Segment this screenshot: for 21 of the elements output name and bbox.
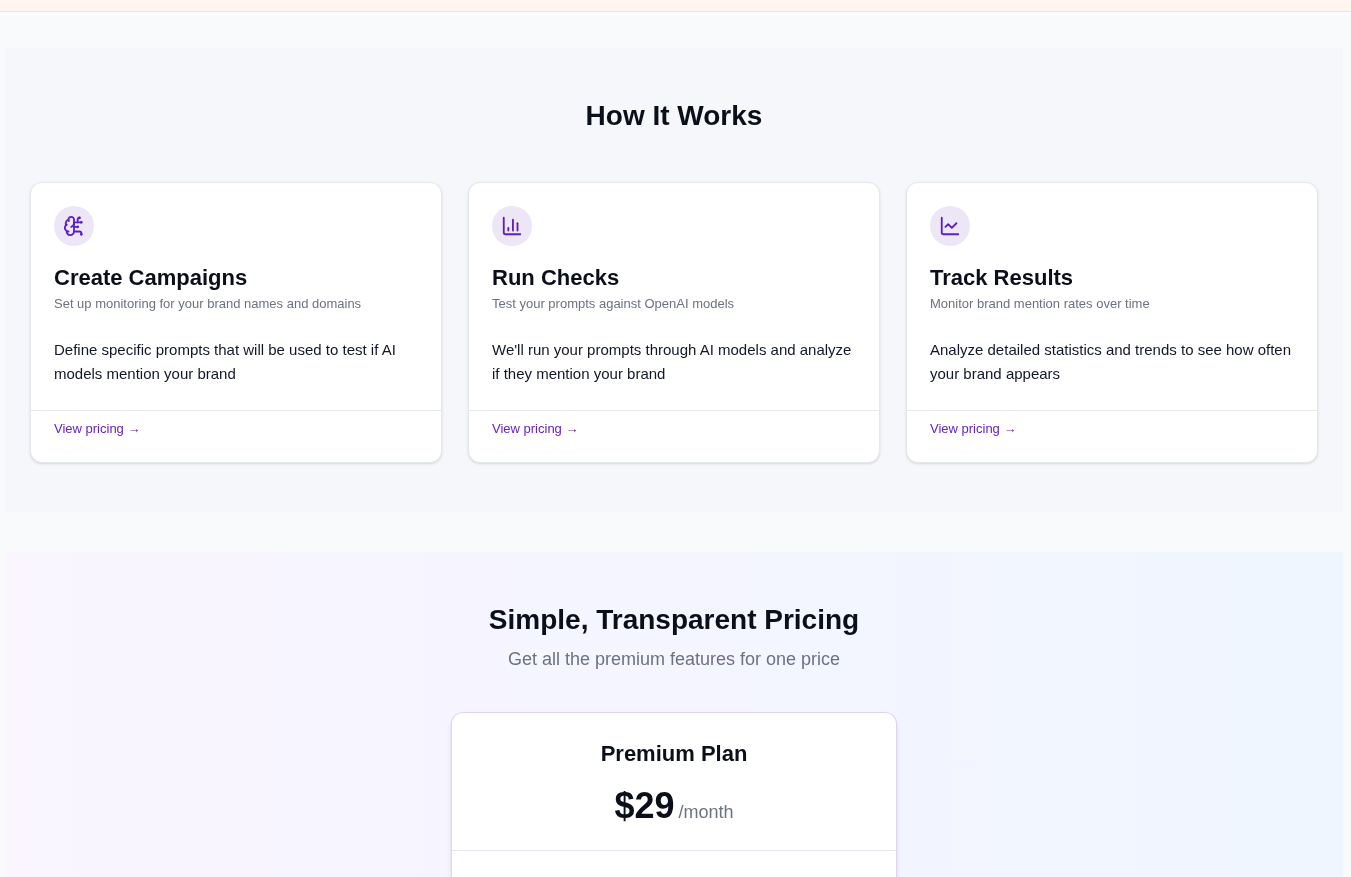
- card-title: Run Checks: [492, 264, 621, 292]
- view-pricing-link[interactable]: View pricing →: [54, 419, 141, 439]
- section-heading: How It Works: [584, 99, 764, 133]
- card-title: Create Campaigns: [54, 264, 249, 292]
- plan-price: $29: [614, 786, 675, 826]
- section-subtitle: Get all the premium features for one price: [507, 648, 841, 671]
- card-title: Track Results: [930, 264, 1075, 292]
- card-description: Analyze detailed statistics and trends to see how often your brand appears: [930, 340, 1293, 384]
- card-subtitle: Test your prompts against OpenAI models: [492, 295, 736, 313]
- card-subtitle: Set up monitoring for your brand names and domains: [54, 295, 363, 313]
- card-subtitle: Monitor brand mention rates over time: [930, 295, 1151, 313]
- price-period: /month: [678, 801, 734, 824]
- brain-circuit-icon: [54, 206, 94, 246]
- section-heading: Simple, Transparent Pricing: [488, 603, 860, 637]
- card-description: We'll run your prompts through AI models and analyze if they mention your brand: [492, 340, 853, 384]
- view-pricing-link[interactable]: View pricing →: [930, 419, 1017, 439]
- line-chart-icon: [930, 206, 970, 246]
- bar-chart-icon: [492, 206, 532, 246]
- card-description: Define specific prompts that will be used to test if AI models mention your brand: [54, 340, 397, 384]
- view-pricing-link[interactable]: View pricing →: [492, 419, 579, 439]
- plan-name: Premium Plan: [600, 740, 748, 768]
